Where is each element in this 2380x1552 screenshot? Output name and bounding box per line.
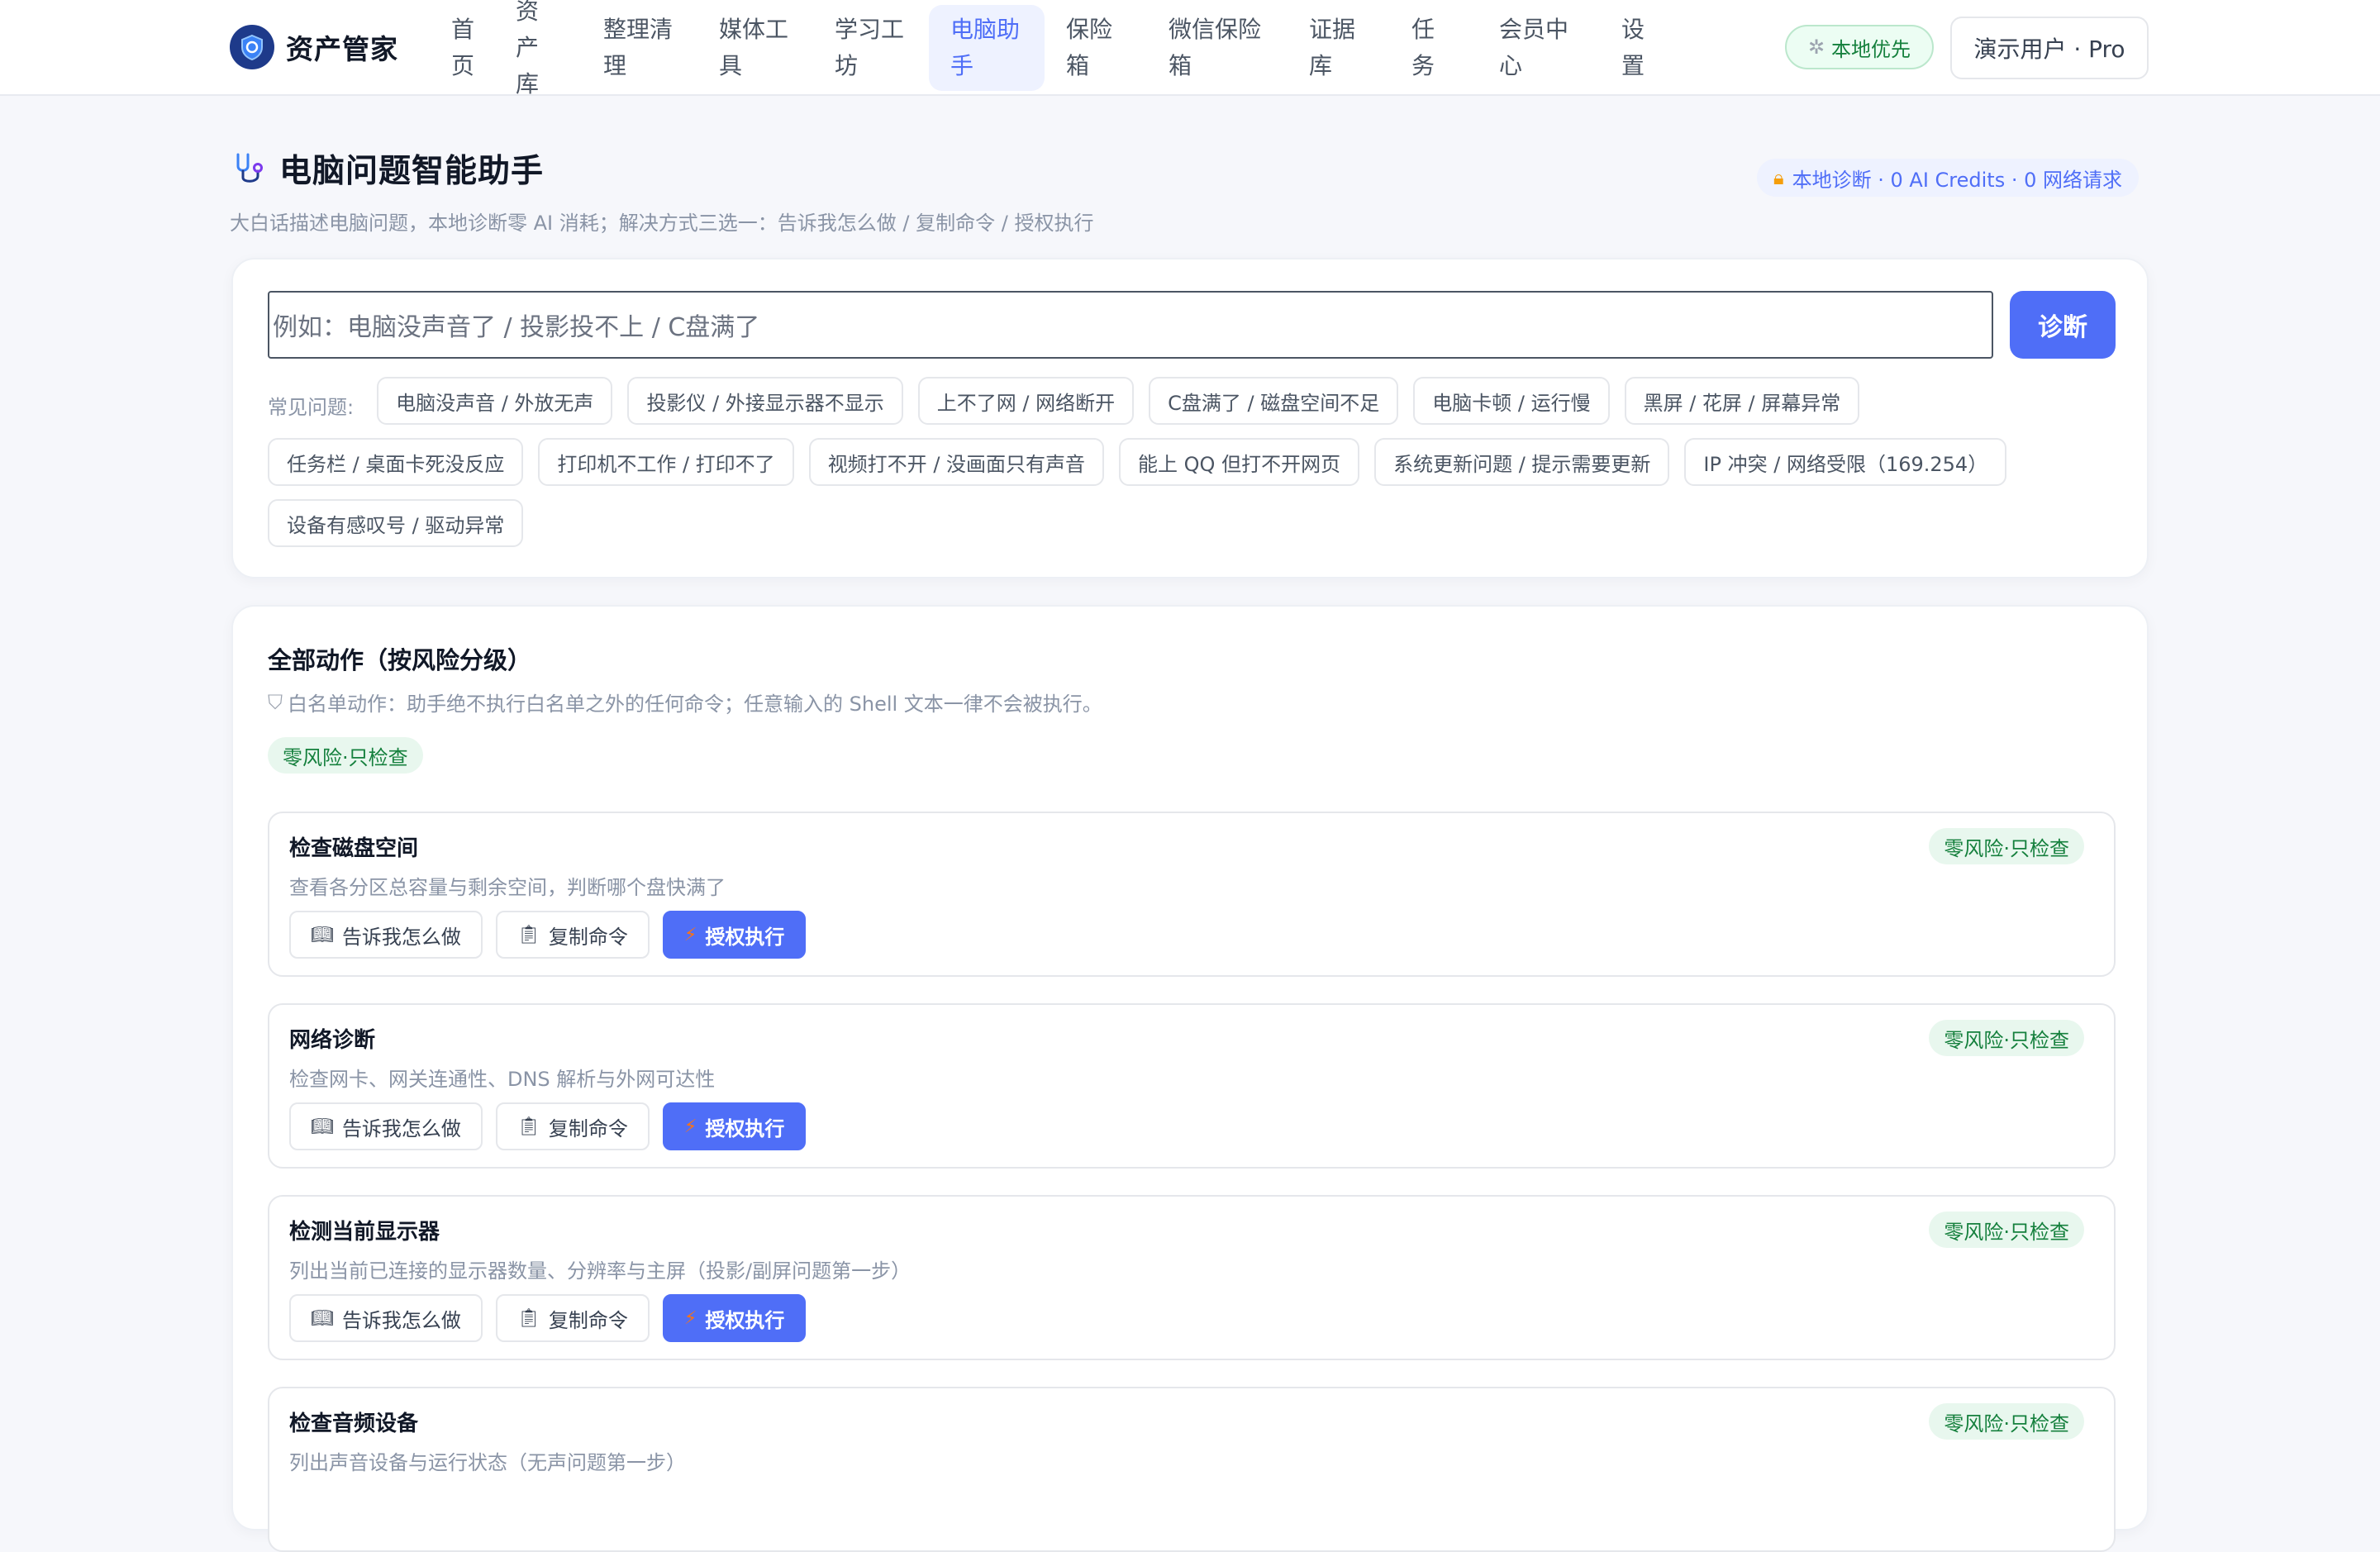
risk-tag: 零风险·只检查 bbox=[1929, 1020, 2084, 1056]
action-title: 检查磁盘空间 bbox=[289, 836, 419, 861]
nav-item-wechat-vault[interactable]: 微信保险箱 bbox=[1147, 5, 1288, 91]
brand-logo-icon bbox=[230, 25, 274, 69]
stats-badge: 🔒︎ 本地诊断 · 0 AI Credits · 0 网络请求 bbox=[1756, 159, 2139, 197]
action-desc: 查看各分区总容量与剩余空间，判断哪个盘快满了 bbox=[289, 876, 726, 899]
risk-tag: 零风险·只检查 bbox=[1929, 1212, 2084, 1248]
diagnose-card: 例如：电脑没声音了 / 投影投不上 / C盘满了 诊断 常见问题: 电脑没声音 … bbox=[231, 258, 2149, 578]
nav-item-membership[interactable]: 会员中心 bbox=[1478, 5, 1600, 91]
shield-icon: ⛉ bbox=[268, 690, 283, 714]
actions-card: 全部动作（按风险分级） ⛉ 白名单动作：助手绝不执行白名单之外的任何命令；任意输… bbox=[231, 605, 2149, 1552]
issue-chip-black-screen[interactable]: 黑屏 / 花屏 / 屏幕异常 bbox=[1624, 377, 1860, 425]
nav-item-settings[interactable]: 设置 bbox=[1600, 5, 1674, 91]
actions-title: 全部动作（按风险分级） bbox=[268, 646, 532, 674]
lightning-icon: ⚡︎ bbox=[683, 1307, 697, 1329]
action-title: 检测当前显示器 bbox=[289, 1220, 440, 1245]
copy-command-label: 复制命令 bbox=[548, 925, 628, 949]
authorize-exec-label: 授权执行 bbox=[705, 1116, 785, 1140]
authorize-exec-button[interactable]: ⚡︎ 授权执行 bbox=[662, 911, 807, 959]
authorize-exec-button[interactable]: ⚡︎ 授权执行 bbox=[662, 1102, 807, 1150]
main-nav: 首页 资产库 整理清理 媒体工具 学习工坊 电脑助手 保险箱 微信保险箱 证据库… bbox=[430, 0, 1674, 98]
issue-chip-driver[interactable]: 设备有感叹号 / 驱动异常 bbox=[268, 499, 524, 547]
action-item-disk-space: 检查磁盘空间 查看各分区总容量与剩余空间，判断哪个盘快满了 零风险·只检查 📖︎… bbox=[268, 812, 2116, 977]
issue-chip-video[interactable]: 视频打不开 / 没画面只有声音 bbox=[808, 438, 1105, 486]
book-icon: 📖︎ bbox=[311, 924, 334, 945]
gear-icon: ✲ bbox=[1807, 36, 1825, 59]
book-icon: 📖︎ bbox=[311, 1116, 334, 1137]
risk-tag: 零风险·只检查 bbox=[1929, 1403, 2084, 1440]
nav-item-cleanup[interactable]: 整理清理 bbox=[582, 5, 697, 91]
authorize-exec-label: 授权执行 bbox=[705, 925, 785, 949]
tell-me-label: 告诉我怎么做 bbox=[341, 1116, 461, 1140]
lightning-icon: ⚡︎ bbox=[683, 1116, 697, 1137]
problem-input-placeholder: 例如：电脑没声音了 / 投影投不上 / C盘满了 bbox=[273, 313, 760, 342]
authorize-exec-label: 授权执行 bbox=[705, 1308, 785, 1332]
authorize-exec-button[interactable]: ⚡︎ 授权执行 bbox=[662, 1294, 807, 1342]
stethoscope-icon bbox=[236, 153, 263, 183]
tell-me-button[interactable]: 📖︎ 告诉我怎么做 bbox=[289, 1294, 483, 1342]
page-title: 电脑问题智能助手 bbox=[279, 153, 545, 190]
brand-name: 资产管家 bbox=[286, 33, 398, 65]
action-item-network: 网络诊断 检查网卡、网关连通性、DNS 解析与外网可达性 零风险·只检查 📖︎ 告… bbox=[268, 1003, 2116, 1169]
user-menu-button[interactable]: 演示用户 · Pro bbox=[1950, 17, 2149, 79]
action-item-display: 检测当前显示器 列出当前已连接的显示器数量、分辨率与主屏（投影/副屏问题第一步）… bbox=[268, 1195, 2116, 1360]
action-item-audio: 检查音频设备 列出声音设备与运行状态（无声问题第一步） 零风险·只检查 bbox=[268, 1387, 2116, 1552]
action-desc: 列出当前已连接的显示器数量、分辨率与主屏（投影/副屏问题第一步） bbox=[289, 1259, 912, 1283]
nav-item-vault[interactable]: 保险箱 bbox=[1045, 5, 1147, 91]
nav-item-tasks[interactable]: 任务 bbox=[1390, 5, 1478, 91]
tell-me-label: 告诉我怎么做 bbox=[341, 925, 461, 949]
risk-group-tag: 零风险·只检查 bbox=[268, 737, 423, 774]
whitelist-note-text: 白名单动作：助手绝不执行白名单之外的任何命令；任意输入的 Shell 文本一律不… bbox=[288, 693, 1102, 716]
nav-item-evidence[interactable]: 证据库 bbox=[1288, 5, 1390, 91]
clipboard-icon: 📋︎ bbox=[516, 1307, 540, 1329]
tell-me-button[interactable]: 📖︎ 告诉我怎么做 bbox=[289, 911, 483, 959]
issue-chip-printer[interactable]: 打印机不工作 / 打印不了 bbox=[538, 438, 794, 486]
lightning-icon: ⚡︎ bbox=[683, 924, 697, 945]
tell-me-button[interactable]: 📖︎ 告诉我怎么做 bbox=[289, 1102, 483, 1150]
tell-me-label: 告诉我怎么做 bbox=[341, 1308, 461, 1332]
page-header: 电脑问题智能助手 大白话描述电脑问题，本地诊断零 AI 消耗；解决方式三选一：告… bbox=[230, 145, 2147, 236]
nav-item-media-tools[interactable]: 媒体工具 bbox=[697, 5, 813, 91]
issue-chip-disk-full[interactable]: C盘满了 / 磁盘空间不足 bbox=[1149, 377, 1399, 425]
common-issues: 常见问题: 电脑没声音 / 外放无声 投影仪 / 外接显示器不显示 上不了网 /… bbox=[268, 377, 2119, 560]
whitelist-note: ⛉ 白名单动作：助手绝不执行白名单之外的任何命令；任意输入的 Shell 文本一… bbox=[268, 688, 1102, 716]
issue-chip-slow[interactable]: 电脑卡顿 / 运行慢 bbox=[1413, 377, 1610, 425]
issue-chip-qq-web[interactable]: 能上 QQ 但打不开网页 bbox=[1119, 438, 1360, 486]
action-desc: 列出声音设备与运行状态（无声问题第一步） bbox=[289, 1451, 686, 1474]
copy-command-button[interactable]: 📋︎ 复制命令 bbox=[495, 1102, 650, 1150]
problem-input[interactable]: 例如：电脑没声音了 / 投影投不上 / C盘满了 bbox=[268, 291, 1993, 359]
copy-command-button[interactable]: 📋︎ 复制命令 bbox=[495, 911, 650, 959]
clipboard-icon: 📋︎ bbox=[516, 1116, 540, 1137]
nav-item-asset-library[interactable]: 资产库 bbox=[494, 0, 582, 109]
local-first-label: 本地优先 bbox=[1831, 37, 1911, 61]
top-navbar: 资产管家 首页 资产库 整理清理 媒体工具 学习工坊 电脑助手 保险箱 微信保险… bbox=[0, 0, 2380, 98]
nav-item-learning[interactable]: 学习工坊 bbox=[813, 5, 929, 91]
nav-item-pc-assistant[interactable]: 电脑助手 bbox=[929, 5, 1045, 91]
local-first-badge[interactable]: ✲ 本地优先 bbox=[1785, 25, 1934, 69]
issue-chip-ip-conflict[interactable]: IP 冲突 / 网络受限（169.254） bbox=[1684, 438, 2007, 486]
diagnose-button[interactable]: 诊断 bbox=[2010, 291, 2116, 359]
action-desc: 检查网卡、网关连通性、DNS 解析与外网可达性 bbox=[289, 1068, 716, 1091]
risk-tag: 零风险·只检查 bbox=[1929, 828, 2084, 864]
brand[interactable]: 资产管家 bbox=[230, 23, 398, 71]
book-icon: 📖︎ bbox=[311, 1307, 334, 1329]
copy-command-button[interactable]: 📋︎ 复制命令 bbox=[495, 1294, 650, 1342]
issue-chip-no-sound[interactable]: 电脑没声音 / 外放无声 bbox=[377, 377, 613, 425]
page-subtitle: 大白话描述电脑问题，本地诊断零 AI 消耗；解决方式三选一：告诉我怎么做 / 复… bbox=[230, 212, 1094, 235]
issue-chip-system-update[interactable]: 系统更新问题 / 提示需要更新 bbox=[1374, 438, 1670, 486]
stats-text: 本地诊断 · 0 AI Credits · 0 网络请求 bbox=[1792, 168, 2122, 192]
common-issues-label: 常见问题: bbox=[268, 396, 355, 419]
issue-chip-projector[interactable]: 投影仪 / 外接显示器不显示 bbox=[627, 377, 903, 425]
copy-command-label: 复制命令 bbox=[548, 1308, 628, 1332]
action-title: 检查音频设备 bbox=[289, 1412, 419, 1436]
issue-chip-no-network[interactable]: 上不了网 / 网络断开 bbox=[917, 377, 1135, 425]
clipboard-icon: 📋︎ bbox=[516, 924, 540, 945]
nav-item-home[interactable]: 首页 bbox=[430, 5, 494, 91]
action-title: 网络诊断 bbox=[289, 1028, 376, 1053]
issue-chip-taskbar-frozen[interactable]: 任务栏 / 桌面卡死没反应 bbox=[268, 438, 524, 486]
copy-command-label: 复制命令 bbox=[548, 1116, 628, 1140]
lock-icon: 🔒︎ bbox=[1773, 166, 1784, 189]
